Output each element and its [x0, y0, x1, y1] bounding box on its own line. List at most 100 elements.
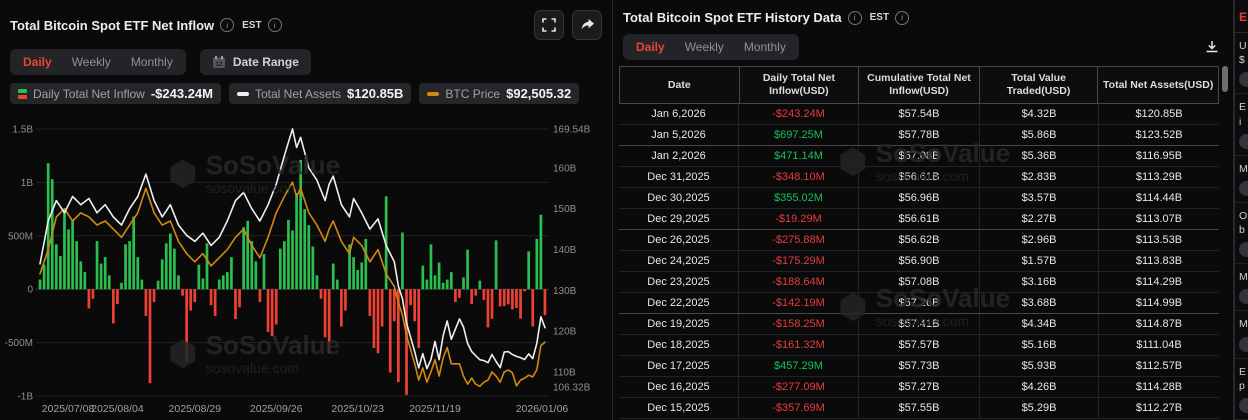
svg-text:130B: 130B: [553, 286, 577, 297]
tab-monthly[interactable]: Monthly: [734, 37, 796, 57]
table-cell: $57.78B: [859, 125, 980, 145]
table-cell: Dec 16,2025: [619, 377, 739, 397]
table-scrollbar-thumb[interactable]: [1222, 66, 1228, 92]
side-item-text-fragment: $: [1239, 53, 1248, 67]
table-cell: -$19.29M: [739, 209, 859, 229]
info-icon[interactable]: i: [220, 18, 234, 32]
legend-chip-total-net-assets[interactable]: Total Net Assets$120.85B: [229, 83, 411, 104]
svg-text:1.5B: 1.5B: [12, 125, 33, 136]
side-column-item[interactable]: Ei: [1235, 94, 1248, 155]
tab-daily[interactable]: Daily: [626, 37, 675, 57]
side-column-item[interactable]: Ep: [1235, 359, 1248, 420]
table-cell: Dec 19,2025: [619, 314, 739, 334]
side-column-item[interactable]: Ob: [1235, 203, 1248, 264]
table-cell: Dec 29,2025: [619, 209, 739, 229]
table-cell: $3.68B: [980, 293, 1099, 313]
avatar: [1239, 242, 1248, 257]
svg-text:2025/08/04: 2025/08/04: [91, 403, 144, 415]
table-cell: $120.85B: [1099, 104, 1219, 124]
calendar-icon: 12: [212, 55, 226, 69]
timezone-info-icon[interactable]: i: [268, 18, 282, 32]
table-cell: $113.07B: [1099, 209, 1219, 229]
table-row: Dec 15,2025-$357.69M$57.55B$5.29B$112.27…: [619, 398, 1219, 419]
svg-text:12: 12: [216, 62, 223, 68]
side-item-text-fragment: M: [1239, 317, 1248, 331]
tab-weekly[interactable]: Weekly: [675, 37, 734, 57]
column-header: Total Net Assets(USD): [1098, 67, 1218, 103]
table-cell: -$158.25M: [739, 314, 859, 334]
info-icon[interactable]: i: [848, 11, 862, 25]
table-row: Dec 30,2025$355.02M$56.96B$3.57B$114.44B: [619, 188, 1219, 209]
fullscreen-button[interactable]: [534, 10, 564, 40]
tab-monthly[interactable]: Monthly: [121, 52, 183, 72]
table-cell: $4.26B: [980, 377, 1099, 397]
svg-text:2025/07/08: 2025/07/08: [42, 403, 95, 415]
legend-chip-daily-total-net-inflow[interactable]: Daily Total Net Inflow-$243.24M: [10, 83, 221, 104]
timezone-info-icon[interactable]: i: [895, 11, 909, 25]
table-cell: -$175.29M: [739, 251, 859, 271]
table-cell: -$243.24M: [739, 104, 859, 124]
legend-value: -$243.24M: [151, 86, 213, 101]
table-cell: $113.29B: [1099, 167, 1219, 187]
table-cell: $57.08B: [859, 272, 980, 292]
table-cell: $3.16B: [980, 272, 1099, 292]
table-row: Dec 19,2025-$158.25M$57.41B$4.34B$114.87…: [619, 314, 1219, 335]
clipped-side-column: E U$EiMObMMEp: [1234, 0, 1248, 420]
table-row: Jan 6,2026-$243.24M$57.54B$4.32B$120.85B: [619, 104, 1219, 125]
side-item-text-fragment: M: [1239, 270, 1248, 284]
timezone-label: EST: [870, 12, 889, 23]
table-controls-row: DailyWeeklyMonthly: [613, 25, 1233, 60]
table-cell: $5.93B: [980, 356, 1099, 376]
svg-text:120B: 120B: [553, 327, 577, 338]
table-cell: $5.16B: [980, 335, 1099, 355]
table-cell: Dec 30,2025: [619, 188, 739, 208]
download-button[interactable]: [1201, 36, 1223, 58]
table-cell: $2.83B: [980, 167, 1099, 187]
table-cell: Dec 18,2025: [619, 335, 739, 355]
side-column-items: U$EiMObMMEp: [1235, 33, 1248, 420]
svg-text:-1B: -1B: [17, 392, 33, 403]
table-cell: $457.29M: [739, 356, 859, 376]
table-cell: $5.86B: [980, 125, 1099, 145]
avatar: [1239, 337, 1248, 352]
svg-text:150B: 150B: [553, 204, 577, 215]
table-cell: Dec 26,2025: [619, 230, 739, 250]
tab-weekly[interactable]: Weekly: [62, 52, 121, 72]
table-cell: -$275.88M: [739, 230, 859, 250]
table-cell: $57.41B: [859, 314, 980, 334]
table-cell: Dec 17,2025: [619, 356, 739, 376]
table-cell: $56.90B: [859, 251, 980, 271]
table-cell: $111.04B: [1099, 335, 1219, 355]
table-body: Jan 6,2026-$243.24M$57.54B$4.32B$120.85B…: [619, 104, 1219, 419]
table-cell: $4.32B: [980, 104, 1099, 124]
table-cell: $5.36B: [980, 146, 1099, 166]
table-cell: -$348.10M: [739, 167, 859, 187]
side-column-item[interactable]: M: [1235, 264, 1248, 311]
chart-legend: Daily Total Net Inflow-$243.24M Total Net…: [0, 75, 612, 104]
svg-text:110B: 110B: [553, 367, 576, 378]
side-column-item[interactable]: M: [1235, 156, 1248, 203]
share-button[interactable]: [572, 10, 602, 40]
table-cell: $697.25M: [739, 125, 859, 145]
column-header: Total Value Traded(USD): [980, 67, 1099, 103]
svg-text:2025/10/23: 2025/10/23: [331, 403, 384, 415]
table-cell: -$357.69M: [739, 398, 859, 418]
side-column-item[interactable]: U$: [1235, 33, 1248, 94]
chart-header-actions: [534, 10, 602, 40]
table-cell: $57.55B: [859, 398, 980, 418]
legend-chip-btc-price[interactable]: BTC Price$92,505.32: [419, 83, 579, 104]
history-data-panel: Total Bitcoin Spot ETF History Data i ES…: [613, 0, 1234, 420]
table-cell: $4.34B: [980, 314, 1099, 334]
svg-text:160B: 160B: [553, 163, 577, 174]
chart-panel-header: Total Bitcoin Spot ETF Net Inflow i EST …: [0, 0, 612, 40]
net-inflow-chart: 1.5B1B500M0-500M-1B169.54B160B150B140B13…: [0, 104, 612, 420]
table-cell: -$161.32M: [739, 335, 859, 355]
svg-text:-500M: -500M: [5, 338, 33, 349]
table-row: Dec 29,2025-$19.29M$56.61B$2.27B$113.07B: [619, 209, 1219, 230]
history-table: DateDaily Total Net Inflow(USD)Cumulativ…: [619, 66, 1219, 419]
date-range-button[interactable]: 12 Date Range: [200, 49, 311, 75]
table-cell: $57.08B: [859, 146, 980, 166]
table-interval-tabs: DailyWeeklyMonthly: [623, 34, 799, 60]
tab-daily[interactable]: Daily: [13, 52, 62, 72]
side-column-item[interactable]: M: [1235, 311, 1248, 358]
